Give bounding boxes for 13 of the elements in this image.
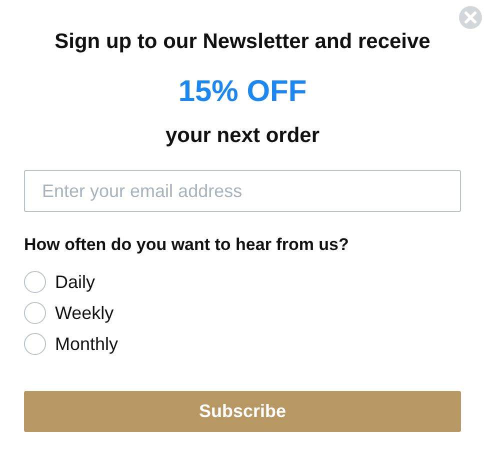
option-label: Weekly [55,302,114,324]
email-field[interactable]: Enter your email address [24,170,461,212]
heading: your next order [164,123,321,149]
radio-button[interactable] [24,302,46,324]
close-button[interactable] [459,6,482,29]
radio-button[interactable] [24,333,46,355]
heading: Sign up to our Newsletter and receive [54,29,432,55]
subscribe-button[interactable]: Subscribe [24,391,461,432]
radio-button[interactable] [24,271,46,293]
offer-text: 15% OFF [177,74,308,110]
option-label: Monthly [55,334,118,354]
question-text: How often do you want to hear from us? [24,234,350,256]
option-label: Daily [55,272,96,292]
